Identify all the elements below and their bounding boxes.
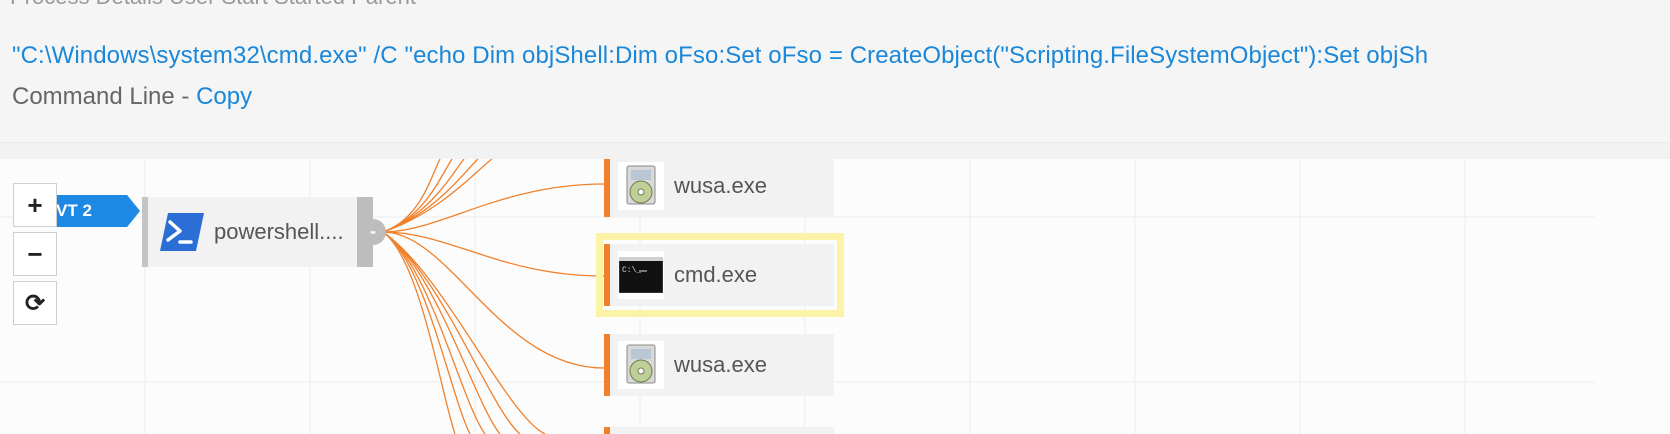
process-graph-canvas[interactable]: VT 2 powershell.... - wusa.exe C:\_ cmd.… [0, 159, 1670, 434]
collapse-toggle[interactable]: - [360, 219, 386, 245]
zoom-in-button[interactable]: + [13, 183, 57, 227]
process-node-partial[interactable] [604, 427, 834, 434]
process-node-label: cmd.exe [674, 262, 758, 287]
process-node-cmd[interactable]: C:\_ cmd.exe [604, 244, 834, 306]
installer-disc-icon [618, 341, 664, 389]
process-node-label: powershell.... [214, 219, 344, 244]
installer-disc-icon [618, 162, 664, 210]
zoom-out-button[interactable]: − [13, 232, 57, 276]
details-header-row: Process Details User Start Started Paren… [10, 0, 416, 10]
cmd-prompt-icon: C:\_ [618, 251, 664, 299]
svg-text:C:\_: C:\_ [622, 266, 641, 275]
command-line-label: Command Line - [12, 83, 197, 110]
command-line-caption: Command Line - Copy [12, 83, 252, 111]
refresh-icon: ⟳ [24, 289, 46, 317]
process-node-label: wusa.exe [674, 352, 767, 377]
command-line-text: "C:\Windows\system32\cmd.exe" /C "echo D… [12, 42, 1429, 69]
copy-link[interactable]: Copy [196, 83, 252, 110]
process-node-powershell[interactable]: powershell.... - [142, 197, 386, 267]
process-node-wusa[interactable]: wusa.exe [604, 159, 834, 217]
process-node-wusa[interactable]: wusa.exe [604, 334, 834, 396]
process-node-label: wusa.exe [674, 173, 767, 198]
process-details-panel: Process Details User Start Started Paren… [0, 0, 1670, 143]
powershell-icon [160, 213, 204, 251]
reset-view-button[interactable]: ⟳ [13, 281, 57, 325]
panel-divider [0, 143, 1670, 159]
vt-alert-tag[interactable]: VT 2 [54, 195, 140, 227]
